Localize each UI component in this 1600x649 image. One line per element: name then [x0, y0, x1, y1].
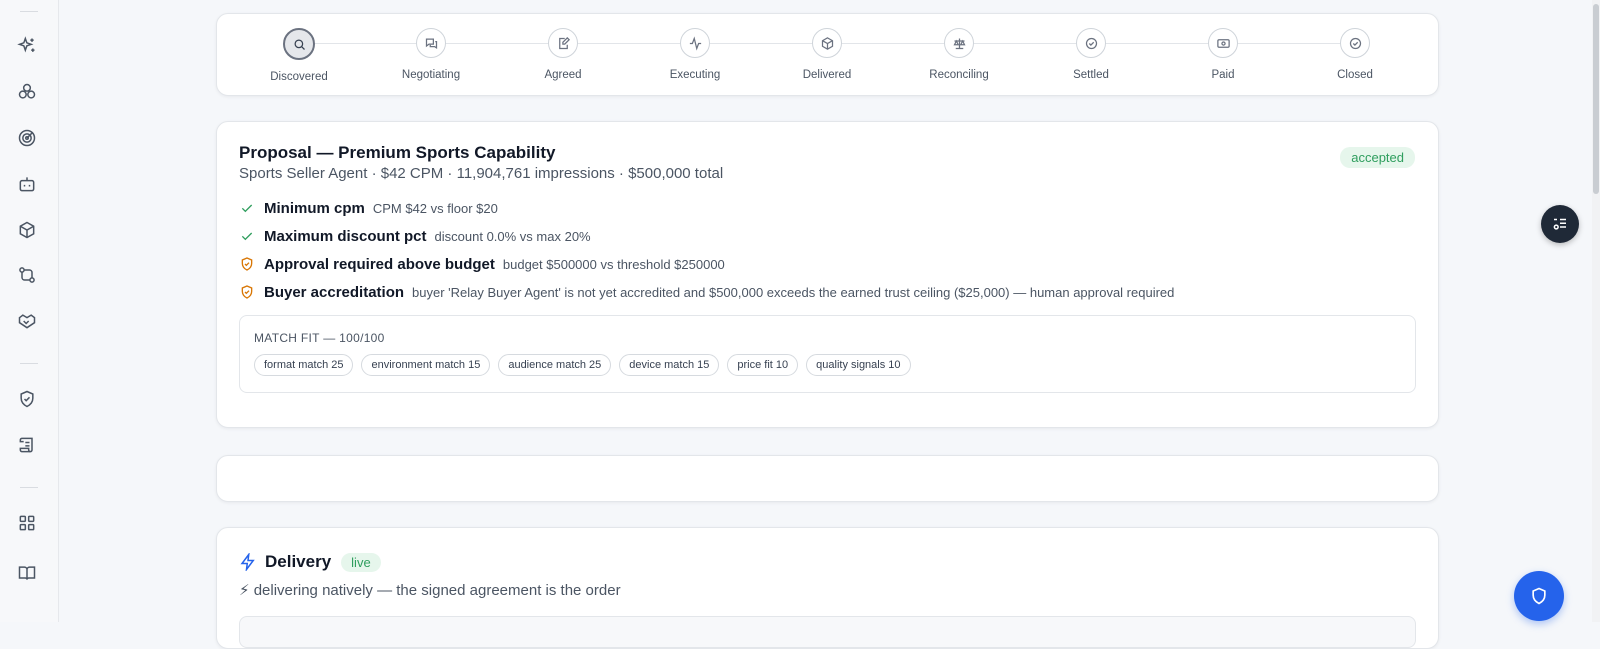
- match-fit-panel: MATCH FIT — 100/100 format match 25 envi…: [239, 315, 1416, 393]
- rule-row: Maximum discount pct discount 0.0% vs ma…: [239, 226, 591, 246]
- delivery-panel: [239, 616, 1416, 648]
- shield-button[interactable]: [1514, 571, 1564, 621]
- lightning-icon: [239, 551, 257, 573]
- match-chip: quality signals 10: [806, 354, 911, 376]
- delivery-card: Delivery live ⚡ delivering natively — th…: [216, 527, 1439, 649]
- activity-icon: [680, 28, 710, 58]
- live-badge: live: [341, 552, 381, 572]
- delivery-header: Delivery live: [239, 551, 381, 573]
- scrollbar[interactable]: [1592, 0, 1600, 622]
- check-icon: [239, 228, 255, 244]
- rule-detail: CPM $42 vs floor $20: [372, 200, 498, 216]
- deal-status-stepper: Discovered Negotiating Agreed Executing …: [216, 13, 1439, 96]
- step-paid[interactable]: Paid: [1173, 28, 1273, 81]
- shield-warning-icon: [239, 284, 255, 300]
- step-label: Settled: [1073, 69, 1109, 81]
- step-label: Agreed: [544, 69, 582, 81]
- match-chip: device match 15: [619, 354, 720, 376]
- chat-icon: [416, 28, 446, 58]
- match-chip: environment match 15: [361, 354, 491, 376]
- step-discovered[interactable]: Discovered: [249, 28, 349, 83]
- shield-check-icon[interactable]: [17, 389, 41, 413]
- empty-card: [216, 455, 1439, 502]
- rule-title: Approval required above budget: [264, 255, 495, 273]
- cash-icon: [1208, 28, 1238, 58]
- book-icon[interactable]: [17, 563, 41, 587]
- package-icon[interactable]: [17, 220, 41, 244]
- delivery-title: Delivery: [265, 552, 332, 571]
- step-settled[interactable]: Settled: [1041, 28, 1141, 81]
- step-label: Paid: [1211, 69, 1235, 81]
- step-label: Closed: [1337, 69, 1373, 81]
- step-executing[interactable]: Executing: [645, 28, 745, 81]
- sidebar: [0, 0, 59, 622]
- step-negotiating[interactable]: Negotiating: [381, 28, 481, 81]
- step-label: Negotiating: [401, 69, 461, 81]
- sidebar-divider: [20, 363, 38, 364]
- rule-title: Maximum discount pct: [264, 227, 427, 245]
- match-fit-chips: format match 25 environment match 15 aud…: [254, 354, 911, 376]
- target-icon[interactable]: [17, 128, 41, 152]
- rule-row: Approval required above budget budget $5…: [239, 254, 725, 274]
- match-fit-label: MATCH FIT — 100/100: [254, 331, 385, 345]
- rule-row: Buyer accreditation buyer 'Relay Buyer A…: [239, 282, 1174, 302]
- step-label: Delivered: [802, 69, 852, 81]
- grid-icon[interactable]: [17, 513, 41, 537]
- step-label: Executing: [669, 69, 721, 81]
- step-delivered[interactable]: Delivered: [777, 28, 877, 81]
- bot-icon[interactable]: [17, 174, 41, 198]
- match-chip: format match 25: [254, 354, 354, 376]
- scale-icon: [944, 28, 974, 58]
- match-chip: audience match 25: [498, 354, 612, 376]
- match-chip: price fit 10: [727, 354, 799, 376]
- rule-detail: buyer 'Relay Buyer Agent' is not yet acc…: [412, 284, 1175, 300]
- proposal-card: Proposal — Premium Sports Capability Spo…: [216, 121, 1439, 428]
- shield-icon: [1532, 587, 1546, 605]
- check-circle-icon: [1076, 28, 1106, 58]
- rule-title: Buyer accreditation: [264, 283, 405, 301]
- rule-detail: discount 0.0% vs max 20%: [434, 228, 591, 244]
- step-label: Discovered: [270, 71, 328, 83]
- step-reconciling[interactable]: Reconciling: [909, 28, 1009, 81]
- scroll-icon[interactable]: [17, 435, 41, 459]
- scrollbar-thumb[interactable]: [1593, 4, 1599, 194]
- list-settings-icon: [1553, 218, 1566, 230]
- step-label: Reconciling: [929, 69, 989, 81]
- rule-row: Minimum cpm CPM $42 vs floor $20: [239, 198, 498, 218]
- layers-icon[interactable]: [17, 82, 41, 106]
- status-badge: accepted: [1340, 147, 1415, 168]
- proposal-title: Proposal — Premium Sports Capability: [239, 143, 556, 162]
- check-icon: [239, 200, 255, 216]
- rule-detail: budget $500000 vs threshold $250000: [502, 256, 725, 272]
- git-compare-icon[interactable]: [17, 265, 41, 289]
- step-agreed[interactable]: Agreed: [513, 28, 613, 81]
- shield-warning-icon: [239, 256, 255, 272]
- handshake-icon[interactable]: [17, 311, 41, 335]
- edit-doc-icon: [548, 28, 578, 58]
- check-circle-icon: [1340, 28, 1370, 58]
- sparkles-icon[interactable]: [17, 36, 41, 60]
- sidebar-divider: [20, 487, 38, 488]
- step-closed[interactable]: Closed: [1305, 28, 1405, 81]
- package-icon: [812, 28, 842, 58]
- rule-title: Minimum cpm: [264, 199, 365, 217]
- proposal-subtitle: Sports Seller Agent · $42 CPM · 11,904,7…: [239, 165, 724, 182]
- activity-panel-button[interactable]: [1541, 205, 1579, 243]
- delivery-subtitle: ⚡ delivering natively — the signed agree…: [239, 582, 621, 599]
- search-icon: [283, 28, 315, 60]
- sidebar-divider: [20, 11, 38, 12]
